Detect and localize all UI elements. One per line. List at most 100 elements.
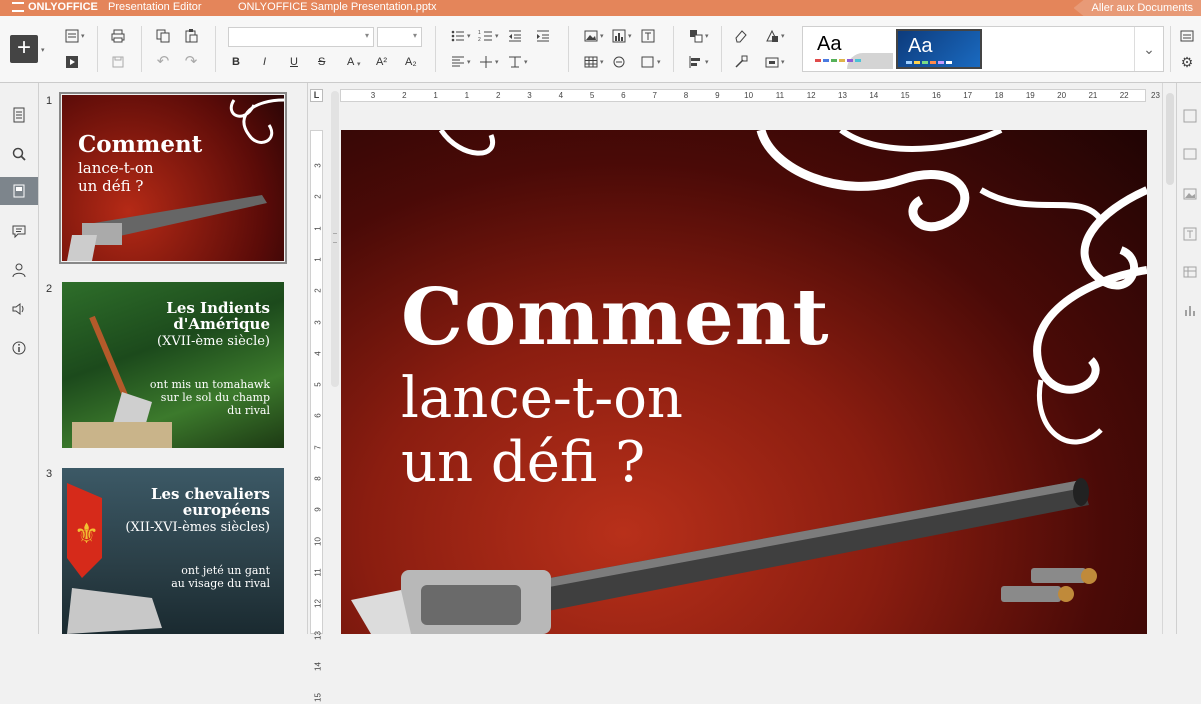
title-bar: ONLYOFFICE Presentation Editor ONLYOFFIC… — [0, 0, 1201, 16]
change-layout-icon[interactable] — [764, 28, 780, 44]
print-icon[interactable] — [110, 28, 126, 44]
bullet-list-icon[interactable] — [450, 28, 466, 44]
chart-settings-icon[interactable] — [1183, 303, 1197, 317]
redo-icon[interactable]: ↷ — [183, 54, 199, 70]
slide-size-caret-icon[interactable]: ▾ — [781, 58, 785, 66]
paste-icon[interactable] — [183, 28, 199, 44]
scroll-grip[interactable] — [333, 233, 337, 243]
speaker-icon[interactable] — [11, 301, 27, 317]
comments-icon[interactable] — [11, 223, 27, 239]
add-slide-button[interactable]: + — [10, 35, 38, 63]
tab-stop-selector[interactable]: L — [310, 89, 323, 102]
user-icon[interactable] — [11, 262, 27, 278]
chart-caret-icon[interactable]: ▾ — [628, 32, 632, 40]
heading-line: européens — [183, 501, 270, 519]
align-objects-caret-icon[interactable]: ▾ — [705, 58, 709, 66]
valign-caret-icon[interactable]: ▾ — [495, 58, 499, 66]
copy-icon[interactable] — [155, 28, 171, 44]
slide-subheading: (XII-XVI-èmes siècles) — [125, 520, 270, 535]
go-to-documents-link[interactable]: Aller aux Documents — [1074, 0, 1201, 16]
decrease-indent-icon[interactable] — [507, 28, 523, 44]
numbered-caret-icon[interactable]: ▾ — [495, 32, 499, 40]
logo-icon — [12, 2, 24, 12]
insert-chart-icon[interactable] — [611, 28, 627, 44]
font-color-caret-icon[interactable]: ▾ — [357, 60, 361, 68]
align-caret-icon[interactable]: ▾ — [467, 58, 471, 66]
ruler-tick-label: 4 — [314, 347, 323, 359]
slide-subtitle-line[interactable]: lance-t-on — [401, 366, 683, 431]
ruler-tick-label: 10 — [314, 535, 323, 547]
info-icon[interactable] — [11, 340, 27, 356]
insert-hyperlink-icon[interactable] — [611, 54, 627, 70]
ruler-tick-label: 22 — [1120, 91, 1129, 100]
gear-icon[interactable]: ⚙ — [1179, 54, 1195, 70]
slide-thumbnail-2[interactable]: Les Indientsd'Amérique (XVII-ème siècle)… — [62, 282, 284, 448]
insert-table-icon[interactable] — [583, 54, 599, 70]
copy-style-icon[interactable] — [733, 54, 749, 70]
start-slideshow-icon[interactable] — [64, 54, 80, 70]
slide-thumbnail-1[interactable]: Comment lance-t-onun défi ? — [62, 95, 284, 261]
align-objects-icon[interactable] — [688, 54, 704, 70]
save-icon[interactable] — [110, 54, 126, 70]
ruler-tick-label: 7 — [652, 91, 656, 100]
slide-subtitle-line[interactable]: un défi ? — [401, 430, 645, 495]
swirl-ornament — [194, 95, 284, 185]
increase-indent-icon[interactable] — [535, 28, 551, 44]
ruler-tick-label: 13 — [838, 91, 847, 100]
slides-icon[interactable] — [11, 183, 27, 199]
theme-office[interactable]: Aa — [807, 29, 893, 69]
change-layout-caret-icon[interactable]: ▾ — [781, 32, 785, 40]
table-settings-icon[interactable] — [1183, 265, 1197, 279]
table-caret-icon[interactable]: ▾ — [600, 58, 604, 66]
slide-size-icon[interactable] — [764, 54, 780, 70]
slide-title[interactable]: Comment — [401, 272, 830, 363]
slide-thumbnail-3[interactable]: ⚜ Les chevalierseuropéens (XII-XVI-èmes … — [62, 468, 284, 634]
slide-canvas[interactable]: Comment lance-t-on un défi ? — [341, 130, 1147, 634]
font-size-combo[interactable]: ▾ — [377, 27, 422, 47]
insert-image-icon[interactable] — [583, 28, 599, 44]
undo-icon[interactable]: ↶ — [155, 54, 171, 70]
clear-style-icon[interactable] — [733, 28, 749, 44]
insert-shape-icon[interactable] — [640, 54, 656, 70]
thumbnails-scrollbar[interactable] — [331, 91, 339, 387]
view-settings-icon[interactable] — [1179, 28, 1195, 44]
vertical-align-icon[interactable] — [478, 54, 494, 70]
italic-button[interactable]: I — [263, 56, 266, 68]
slide-body: ont jeté un gantau visage du rival — [171, 564, 270, 590]
ruler-tick-label: 20 — [1057, 91, 1066, 100]
font-name-combo[interactable]: ▾ — [228, 27, 374, 47]
insert-text-icon[interactable] — [640, 28, 656, 44]
theme-blue[interactable]: Aa — [896, 29, 982, 69]
image-settings-icon[interactable] — [1183, 187, 1197, 201]
shape-caret-icon[interactable]: ▾ — [657, 58, 661, 66]
layout-caret-icon[interactable]: ▾ — [81, 32, 85, 40]
subscript-button[interactable]: A₂ — [405, 56, 417, 68]
svg-text:⚜: ⚜ — [74, 517, 99, 550]
scroll-thumb[interactable] — [1166, 93, 1174, 185]
bullet-caret-icon[interactable]: ▾ — [467, 32, 471, 40]
add-slide-caret-icon[interactable]: ▾ — [41, 46, 45, 54]
theme-more-chevron-icon[interactable]: ⌄ — [1134, 27, 1163, 71]
bold-button[interactable]: B — [232, 56, 240, 68]
text-settings-icon[interactable] — [1183, 227, 1197, 241]
numbered-list-icon[interactable]: 12 — [478, 28, 494, 44]
font-color-button[interactable]: A — [347, 56, 354, 68]
line-spacing-icon[interactable] — [507, 54, 523, 70]
underline-button[interactable]: U — [290, 56, 298, 68]
svg-text:2: 2 — [478, 37, 481, 43]
align-left-icon[interactable] — [450, 54, 466, 70]
image-caret-icon[interactable]: ▾ — [600, 32, 604, 40]
canvas-vertical-scrollbar[interactable] — [1162, 83, 1177, 634]
strikethrough-button[interactable]: S — [318, 56, 325, 68]
slide-settings-icon[interactable] — [1183, 109, 1197, 123]
vertical-ruler[interactable]: 321123456789101112131415 — [310, 130, 323, 634]
arrange-caret-icon[interactable]: ▾ — [705, 32, 709, 40]
horizontal-ruler[interactable]: 3211234567891011121314151617181920212223… — [340, 89, 1146, 102]
search-icon[interactable] — [11, 146, 27, 162]
arrange-icon[interactable] — [688, 28, 704, 44]
spacing-caret-icon[interactable]: ▾ — [524, 58, 528, 66]
file-icon[interactable] — [11, 107, 27, 123]
superscript-button[interactable]: A² — [376, 56, 387, 68]
slide-layout-icon[interactable] — [64, 28, 80, 44]
shape-settings-icon[interactable] — [1183, 147, 1197, 161]
